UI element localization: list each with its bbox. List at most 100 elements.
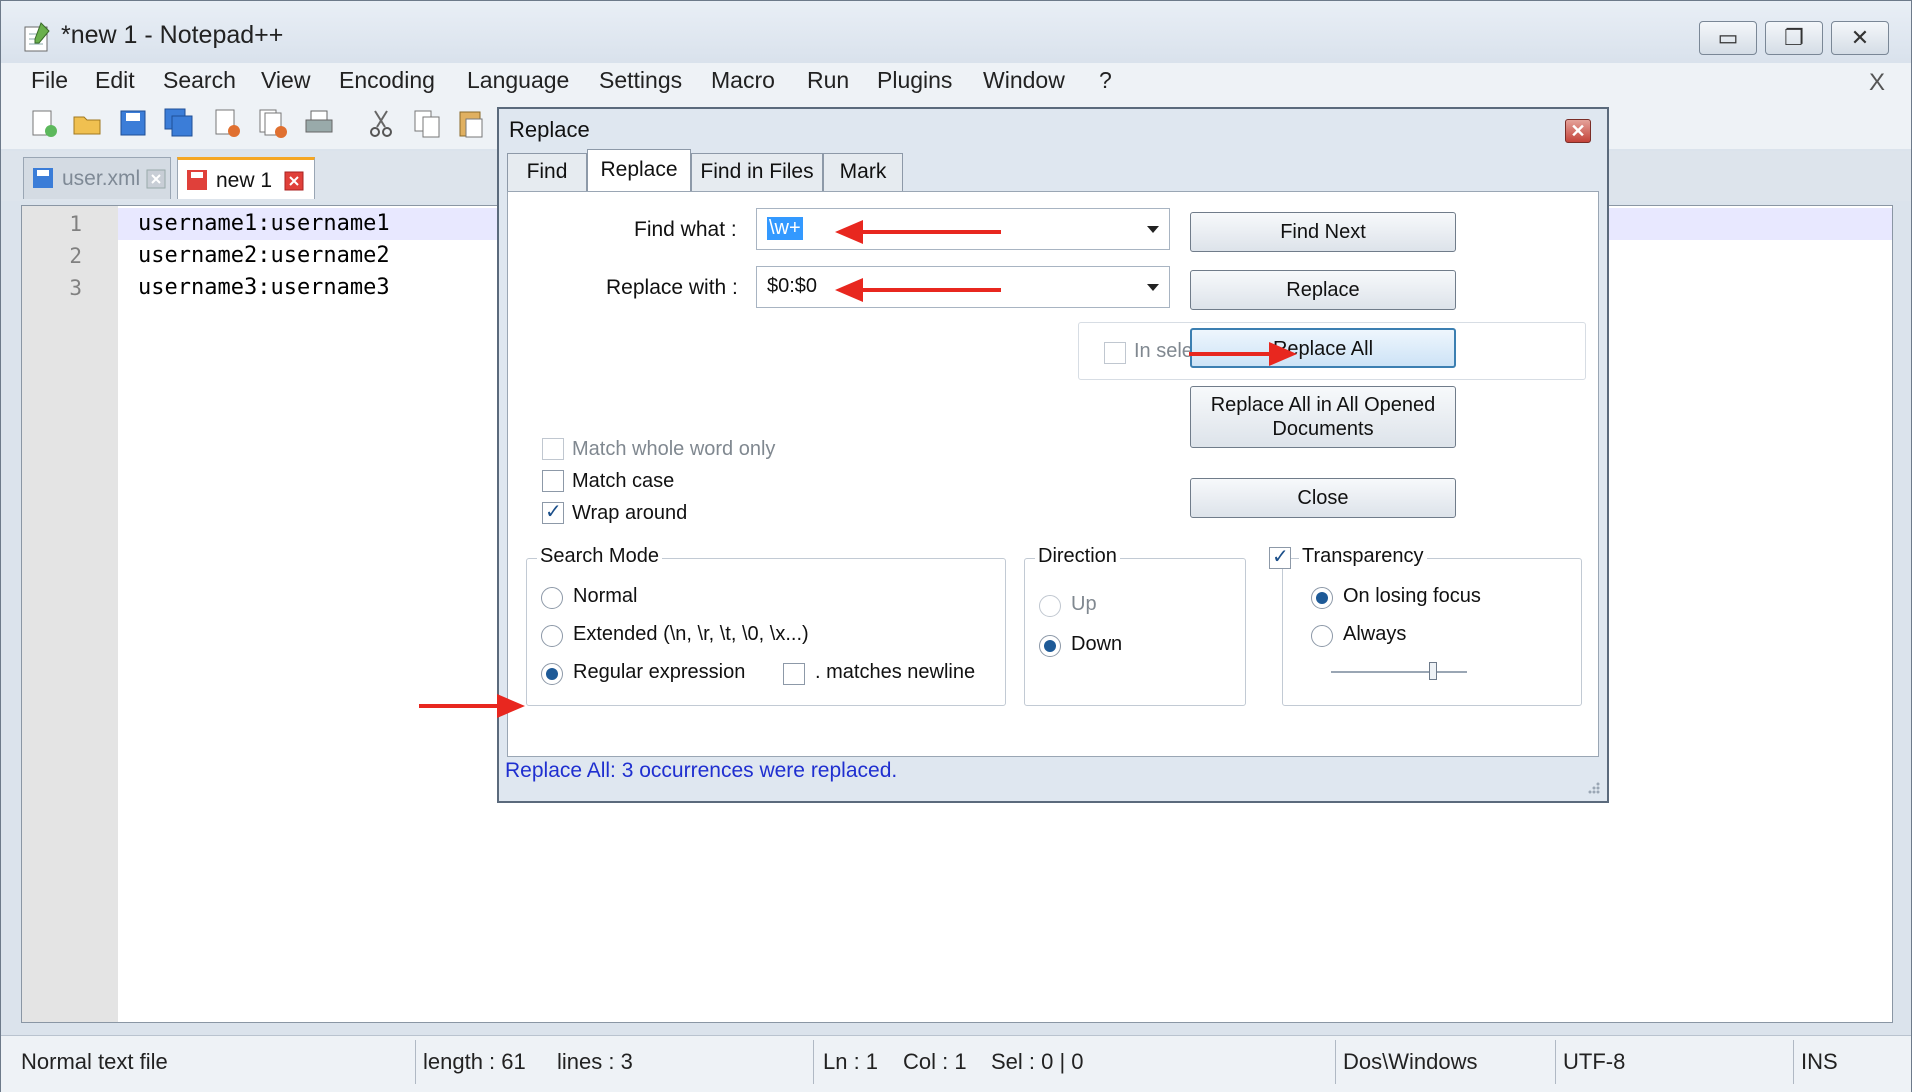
direction-up-label: Up: [1071, 593, 1097, 615]
menu-bar: File Edit Search View Encoding Language …: [1, 63, 1911, 101]
annotation-arrow-icon: [419, 694, 525, 718]
tab-replace[interactable]: Replace: [587, 149, 691, 193]
close-file-icon[interactable]: [211, 107, 243, 139]
menu-settings[interactable]: Settings: [599, 67, 682, 94]
transparency-slider-track[interactable]: [1331, 671, 1467, 673]
radio-selected-dot: [1316, 592, 1328, 604]
menu-plugins[interactable]: Plugins: [877, 67, 952, 94]
tab-mark[interactable]: Mark: [823, 153, 903, 191]
always-radio[interactable]: [1311, 625, 1333, 647]
wrap-around-label: Wrap around: [572, 502, 688, 524]
status-separator: [415, 1040, 416, 1084]
dialog-close-button[interactable]: ✕: [1565, 119, 1591, 143]
status-bar: Normal text file length : 61 lines : 3 L…: [1, 1035, 1911, 1092]
tab-close-icon[interactable]: [284, 171, 304, 191]
status-file-type: Normal text file: [21, 1049, 168, 1074]
match-case-checkbox[interactable]: [542, 470, 564, 492]
status-sel: Sel : 0 | 0: [991, 1049, 1084, 1074]
save-icon[interactable]: [117, 107, 149, 139]
close-all-icon[interactable]: [257, 107, 289, 139]
transparency-group: ✓ Transparency On losing focus Always: [1269, 545, 1582, 706]
restore-button[interactable]: ❐: [1765, 21, 1823, 55]
tab-label: new 1: [216, 169, 273, 192]
open-icon[interactable]: [71, 107, 103, 139]
on-losing-focus-label: On losing focus: [1343, 585, 1481, 607]
regex-label: Regular expression: [573, 661, 746, 683]
line-number: 1: [69, 212, 82, 236]
match-whole-word-checkbox[interactable]: [542, 438, 564, 460]
close-document-x[interactable]: X: [1869, 69, 1885, 97]
radio-selected-dot: [546, 668, 558, 680]
replace-button[interactable]: Replace: [1190, 270, 1456, 310]
copy-icon[interactable]: [411, 107, 443, 139]
print-icon[interactable]: [303, 107, 335, 139]
chevron-down-icon[interactable]: [1147, 284, 1159, 291]
tab-new-1[interactable]: new 1: [177, 157, 315, 199]
direction-up-radio[interactable]: [1039, 595, 1061, 617]
menu-language[interactable]: Language: [467, 67, 569, 94]
status-separator: [1793, 1040, 1794, 1084]
menu-edit[interactable]: Edit: [95, 67, 135, 94]
normal-label: Normal: [573, 585, 638, 607]
annotation-arrow-icon: [1189, 342, 1297, 366]
radio-selected-dot: [1044, 640, 1056, 652]
matches-newline-checkbox[interactable]: [783, 663, 805, 685]
line-number-gutter: 1 2 3: [22, 206, 118, 1022]
tab-find-in-files[interactable]: Find in Files: [691, 153, 823, 191]
replace-dialog: Replace ✕ Find Replace Find in Files Mar…: [497, 107, 1609, 803]
in-selection-checkbox[interactable]: [1104, 342, 1126, 364]
tab-user-xml[interactable]: user.xml: [23, 157, 171, 199]
close-button[interactable]: Close: [1190, 478, 1456, 518]
find-next-button[interactable]: Find Next: [1190, 212, 1456, 252]
dialog-status-message: Replace All: 3 occurrences were replaced…: [505, 759, 898, 782]
transparency-label: Transparency: [1299, 545, 1427, 568]
status-length: length : 61: [423, 1049, 526, 1074]
replace-all-opened-button[interactable]: Replace All in All Opened Documents: [1190, 386, 1456, 448]
line-number: 3: [69, 276, 82, 300]
tab-find[interactable]: Find: [507, 153, 587, 191]
minimize-button[interactable]: ▭: [1699, 21, 1757, 55]
dialog-title: Replace: [509, 117, 590, 142]
on-losing-focus-radio[interactable]: [1311, 587, 1333, 609]
notepadpp-window: *new 1 - Notepad++ ▭ ❐ ✕ File Edit Searc…: [0, 0, 1912, 1092]
replace-all-opened-line1: Replace All in All Opened: [1210, 394, 1436, 416]
tab-close-icon[interactable]: [146, 169, 166, 189]
menu-search[interactable]: Search: [163, 67, 236, 94]
always-label: Always: [1343, 623, 1407, 645]
cut-icon[interactable]: [365, 107, 397, 139]
saved-file-icon: [33, 168, 53, 188]
status-separator: [1335, 1040, 1336, 1084]
direction-group: Direction Up Down: [1024, 545, 1246, 706]
extended-radio[interactable]: [541, 625, 563, 647]
tab-label: user.xml: [62, 167, 141, 190]
menu-file[interactable]: File: [31, 67, 68, 94]
unsaved-file-icon: [187, 170, 207, 190]
paste-icon[interactable]: [455, 107, 487, 139]
checkmark-icon: ✓: [545, 501, 562, 523]
direction-title: Direction: [1035, 545, 1120, 568]
transparency-checkbox[interactable]: ✓: [1269, 546, 1291, 569]
menu-help[interactable]: ?: [1099, 67, 1112, 94]
notepad-icon: [24, 22, 50, 52]
transparency-slider-thumb[interactable]: [1429, 662, 1437, 680]
chevron-down-icon[interactable]: [1147, 226, 1159, 233]
wrap-around-checkbox[interactable]: ✓: [542, 501, 564, 524]
resize-grip-icon[interactable]: [1585, 779, 1601, 795]
status-ln: Ln : 1: [823, 1049, 879, 1074]
save-all-icon[interactable]: [163, 107, 195, 139]
menu-view[interactable]: View: [261, 67, 310, 94]
line-number: 2: [69, 244, 82, 268]
menu-encoding[interactable]: Encoding: [339, 67, 435, 94]
window-title: *new 1 - Notepad++: [61, 21, 284, 49]
menu-macro[interactable]: Macro: [711, 67, 775, 94]
normal-radio[interactable]: [541, 587, 563, 609]
annotation-arrow-icon: [835, 220, 1001, 244]
direction-down-radio[interactable]: [1039, 635, 1061, 657]
replace-with-value: $0:$0: [767, 275, 818, 297]
regex-radio[interactable]: [541, 663, 563, 685]
window-close-button[interactable]: ✕: [1831, 21, 1889, 55]
extended-label: Extended (\n, \r, \t, \0, \x...): [573, 623, 809, 645]
menu-window[interactable]: Window: [983, 67, 1065, 94]
new-icon[interactable]: [27, 107, 59, 139]
menu-run[interactable]: Run: [807, 67, 849, 94]
